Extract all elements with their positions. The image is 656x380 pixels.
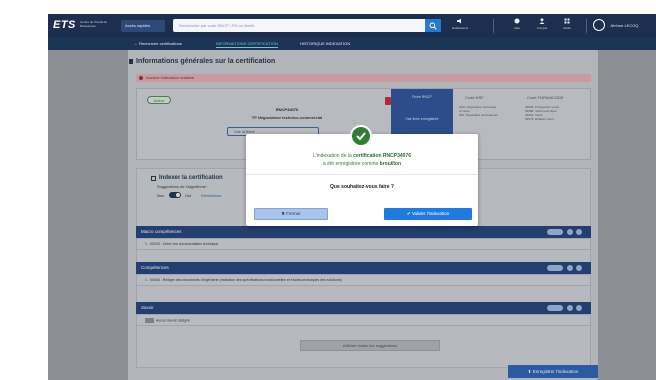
suggestions-label: Suggestions de l'algorithme : [157,184,209,189]
nsf-heading: Code NSF [465,95,484,100]
brand-logo[interactable]: ETS [53,19,76,31]
toggle-off-label: Non [157,193,165,198]
formacode-heading: Code FORMACODE [527,95,564,100]
alert-banner: Aucune indexation réalisée [136,74,591,82]
reset-link[interactable]: Réinitialiser [201,193,222,198]
speaker-icon [457,18,461,24]
add-icon[interactable] [576,229,582,235]
nav-label: Aide [513,26,520,30]
panel-title: Fiche RNCP [412,95,432,99]
group-header-macro-competences[interactable]: Macro compétences [136,226,591,238]
edit-icon[interactable] [567,265,573,271]
top-navigation-bar: ETS Centre de Travail de Ressources Accè… [48,14,656,38]
nav-label: Compte [536,26,548,30]
validate-indexation-button[interactable]: ✔ Valider l'indexation [384,208,472,220]
tab-informations-certification[interactable]: INFORMATIONS CERTIFICATION [216,41,278,48]
add-icon[interactable] [576,305,582,311]
empty-text: Aucun Savoir désigné [156,318,191,323]
count-badge [547,229,563,235]
index-title: Indexer la certification [159,175,223,181]
close-label: Fermer [286,211,301,216]
group-title: Compétences [141,265,169,270]
nav-notifications[interactable]: Notifications [446,18,474,34]
document-icon [129,59,133,64]
list-item: 1 - 00046 : Rédiger des documents d'ingé… [145,278,342,282]
divider [493,19,494,33]
save-indexation-button[interactable]: ⬆ Enregistrer l'indexation [508,365,598,378]
search-input[interactable]: Rechercher par code RNCP / RS ou libellé [173,19,441,32]
index-icon [151,176,156,181]
count-badge [547,305,563,311]
certification-title: TP Négociateur technico-commercial [251,115,323,120]
panel-link[interactable]: Voir fiche enregistrée [391,117,453,121]
modal-divider [246,174,478,175]
group-body-savoir: Aucun Savoir désigné [136,314,591,326]
nav-label: Notifications [451,26,469,30]
msg-prefix: L'indexation de la [313,153,354,159]
back-link[interactable]: ← Recherche certifications [134,41,182,46]
formacode-line: 34573: Relation client [525,117,554,121]
validate-label: Valider l'indexation [411,211,450,216]
nsf-line: 300: Spécialités plurivalentes [459,113,498,117]
grid-icon [564,18,570,24]
edit-icon[interactable] [567,229,573,235]
empty-tag [145,318,154,323]
edit-icon[interactable] [567,305,573,311]
status-badge: Active [147,96,171,104]
list-item: Aucun Savoir désigné [145,318,190,323]
confirmation-modal: L'indexation de la certification RNCP340… [246,125,478,226]
success-check-icon [350,125,372,147]
search-button[interactable] [425,19,441,32]
msg-status: brouillon [379,161,402,167]
save-label: Enregistrer l'indexation [532,369,579,374]
circle-icon [514,18,520,24]
user-name[interactable]: Jérôme LECOQ [610,23,638,28]
quick-access-button[interactable]: Accès rapides [121,20,165,32]
error-icon [139,76,143,80]
tab-historique-indexation[interactable]: HISTORIQUE INDEXATION [300,41,350,46]
add-icon[interactable] [576,265,582,271]
person-icon [539,18,545,24]
section-title: Informations générales sur la certificat… [136,58,276,65]
group-title: Macro compétences [141,229,182,234]
back-link-label: Recherche certifications [139,41,182,46]
msg-certification: certification RNCP34076 [353,153,411,159]
modal-message: L'indexation de la certification RNCP340… [246,152,478,168]
group-header-savoir[interactable]: Savoir [136,302,591,314]
toggle-on-label: Oui [185,193,192,198]
sub-navigation: ← Recherche certifications INFORMATIONS … [48,38,656,50]
alert-text: Aucune indexation réalisée [146,75,195,80]
nav-outils[interactable]: Outils [553,18,581,34]
rncp-code: RNCP34076 [275,107,299,112]
divider [586,19,587,33]
brand-subtitle: Centre de Travail de Ressources [80,20,108,28]
close-button[interactable]: ✖ Fermer [254,208,328,220]
avatar[interactable] [593,19,605,31]
list-item: 1 - 00043 : Créer une documentation tech… [145,242,219,246]
show-all-suggestions-button[interactable]: Afficher toutes les suggestions [300,340,440,351]
msg-prefix-2: a été enregistrée comme [322,161,380,167]
group-body-competences: 1 - 00046 : Rédiger des documents d'ingé… [136,274,591,286]
search-icon [429,22,437,30]
modal-question: Que souhaitez-vous faire ? [330,184,394,190]
group-header-competences[interactable]: Compétences [136,262,591,274]
app-window: ETS Centre de Travail de Ressources Accè… [48,14,656,380]
suggestions-toggle[interactable] [169,192,181,198]
nav-aide[interactable]: Aide [503,18,531,34]
group-body-macro-competences: 1 - 00043 : Créer une documentation tech… [136,238,591,250]
nav-label: Outils [563,26,571,30]
count-badge [547,265,563,271]
group-title: Savoir [141,305,154,310]
nav-compte[interactable]: Compte [528,18,556,34]
